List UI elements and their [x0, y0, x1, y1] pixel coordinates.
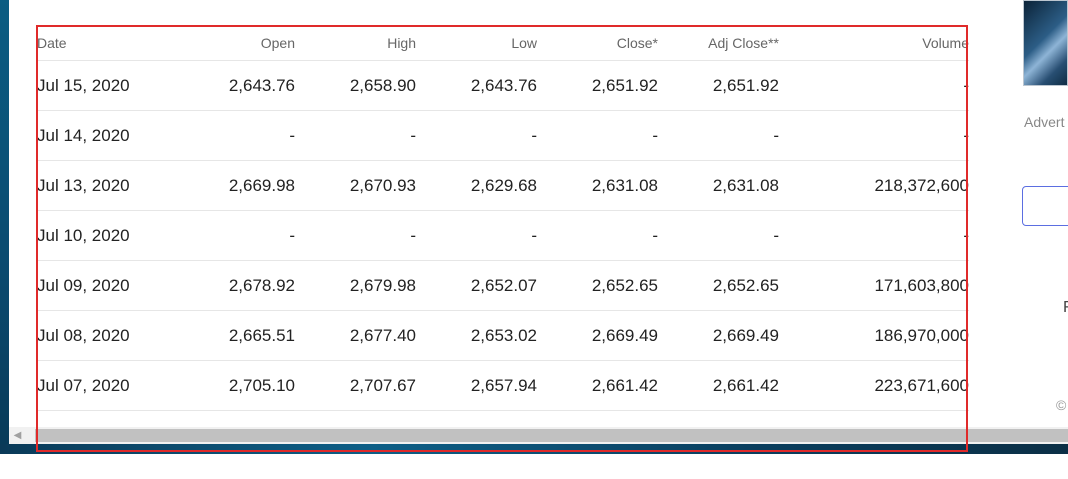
table-cell-value: 218,372,600 — [779, 160, 969, 211]
table-row: Jul 07, 2020 2,705.10 2,707.67 2,657.94 2,66… — [37, 360, 969, 411]
table-cell-value: - — [416, 110, 537, 161]
table-cell-value: - — [779, 60, 969, 111]
table-cell-value: 2,651.92 — [537, 60, 658, 111]
table-cell-value: - — [177, 210, 295, 261]
table-cell-date: Jul 09, 2020 — [37, 260, 177, 311]
table-cell-value: 2,631.08 — [658, 160, 779, 211]
table-cell-date: Jul 07, 2020 — [37, 360, 177, 411]
window-backdrop-bottom — [0, 444, 1068, 454]
table-cell-value: 2,707.67 — [295, 360, 416, 411]
table-cell-value: 2,679.98 — [295, 260, 416, 311]
table-cell-value: 2,661.42 — [658, 360, 779, 411]
advertisement-label: Advert — [1024, 114, 1065, 130]
table-cell-value: 2,669.49 — [658, 310, 779, 361]
table-row: Jul 09, 2020 2,678.92 2,679.98 2,652.07 2,65… — [37, 260, 969, 311]
table-cell-value: 2,652.65 — [658, 260, 779, 311]
column-header-low: Low — [416, 25, 537, 61]
sidebar-button[interactable] — [1022, 186, 1068, 226]
table-cell-value: 171,603,800 — [779, 260, 969, 311]
table-row: Jul 10, 2020- - - - - - — [37, 210, 969, 261]
table-cell-value: 186,970,000 — [779, 310, 969, 361]
table-cell-value: 2,631.08 — [537, 160, 658, 211]
table-cell-value: 2,665.51 — [177, 310, 295, 361]
table-cell-date: Jul 14, 2020 — [37, 110, 177, 161]
table-row: Jul 15, 2020 2,643.76 2,658.90 2,643.76 2,65… — [37, 60, 969, 111]
historical-prices-table: Date Open High Low Close* Adj Close** Volume J… — [37, 25, 969, 411]
table-cell-value: 2,677.40 — [295, 310, 416, 361]
window-backdrop-left — [0, 0, 9, 452]
table-cell-value: - — [416, 210, 537, 261]
table-header-row: Date Open High Low Close* Adj Close** Volume — [37, 25, 969, 61]
table-cell-value: 223,671,600 — [779, 360, 969, 411]
table-cell-value: 2,657.94 — [416, 360, 537, 411]
table-cell-value: 2,629.68 — [416, 160, 537, 211]
column-header-open: Open — [177, 25, 295, 61]
horizontal-scrollbar[interactable]: ◀ — [9, 427, 1068, 444]
table-row: Jul 08, 2020 2,665.51 2,677.40 2,653.02 2,66… — [37, 310, 969, 361]
table-cell-value: 2,669.98 — [177, 160, 295, 211]
table-cell-value: - — [779, 210, 969, 261]
table-cell-value: - — [537, 110, 658, 161]
advertisement-image[interactable] — [1023, 0, 1068, 86]
table-cell-value: - — [658, 110, 779, 161]
table-cell-value: 2,651.92 — [658, 60, 779, 111]
sidebar-partial-text: F — [1063, 299, 1068, 316]
table-cell-value: 2,652.07 — [416, 260, 537, 311]
table-cell-value: - — [177, 110, 295, 161]
table-cell-value: - — [658, 210, 779, 261]
column-header-date: Date — [37, 25, 177, 61]
table-cell-value: - — [295, 210, 416, 261]
table-row: Jul 14, 2020- - - - - - — [37, 110, 969, 161]
table-row: Jul 13, 2020 2,669.98 2,670.93 2,629.68 2,63… — [37, 160, 969, 211]
table-cell-date: Jul 08, 2020 — [37, 310, 177, 361]
table-cell-value: 2,670.93 — [295, 160, 416, 211]
page-content: Date Open High Low Close* Adj Close** Volume J… — [9, 0, 1068, 444]
table-cell-value: - — [295, 110, 416, 161]
historical-prices-table-container: Date Open High Low Close* Adj Close** Volume J… — [37, 25, 969, 427]
table-cell-value: 2,643.76 — [416, 60, 537, 111]
table-cell-value: 2,678.92 — [177, 260, 295, 311]
copyright-icon: © — [1056, 397, 1067, 413]
table-cell-value: - — [537, 210, 658, 261]
scroll-left-arrow-icon[interactable]: ◀ — [9, 427, 26, 444]
column-header-volume: Volume — [779, 25, 969, 61]
table-cell-value: 2,643.76 — [177, 60, 295, 111]
table-cell-value: 2,661.42 — [537, 360, 658, 411]
table-cell-value: 2,652.65 — [537, 260, 658, 311]
table-cell-value: 2,669.49 — [537, 310, 658, 361]
table-cell-date: Jul 10, 2020 — [37, 210, 177, 261]
table-cell-value: - — [779, 110, 969, 161]
column-header-high: High — [295, 25, 416, 61]
table-cell-value: 2,653.02 — [416, 310, 537, 361]
table-cell-date: Jul 15, 2020 — [37, 60, 177, 111]
table-cell-value: 2,658.90 — [295, 60, 416, 111]
table-cell-date: Jul 13, 2020 — [37, 160, 177, 211]
table-cell-value: 2,705.10 — [177, 360, 295, 411]
column-header-close: Close* — [537, 25, 658, 61]
scrollbar-thumb[interactable] — [35, 429, 1068, 442]
column-header-adj-close: Adj Close** — [658, 25, 779, 61]
